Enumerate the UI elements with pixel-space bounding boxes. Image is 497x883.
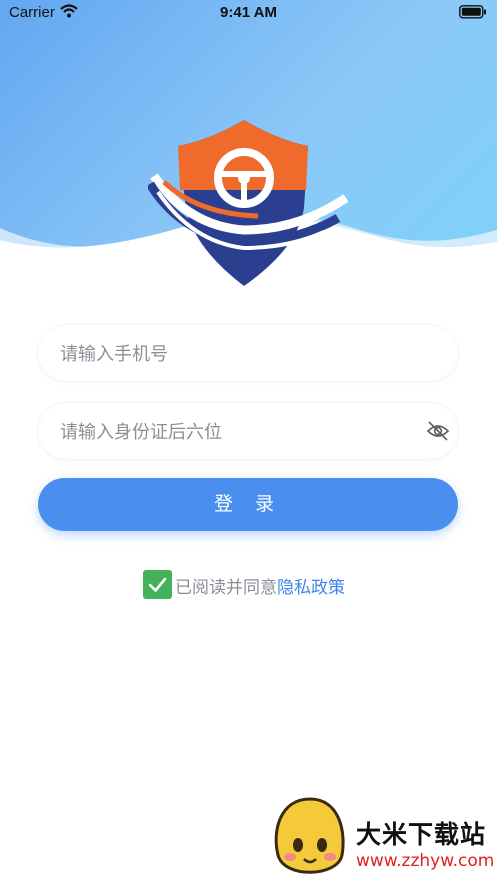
eye-slash-icon[interactable] — [426, 420, 450, 442]
clock: 9:41 AM — [220, 4, 277, 21]
phone-input[interactable] — [58, 325, 422, 383]
agreement-text-wrap: 已阅读并同意隐私政策 — [175, 573, 345, 598]
login-button[interactable]: 登 录 — [38, 478, 458, 531]
phone-field[interactable] — [38, 325, 458, 383]
app-logo — [148, 120, 348, 286]
status-bar: Carrier 9:41 AM — [0, 0, 497, 28]
rice-mascot-icon — [274, 797, 345, 874]
id-field[interactable] — [38, 403, 458, 461]
agreement-text: 已阅读并同意 — [175, 578, 277, 598]
agreement-checkbox[interactable] — [143, 570, 172, 599]
id-last-six-input[interactable] — [58, 403, 422, 461]
watermark-url: www.zzhyw.com — [356, 851, 495, 871]
checkmark-icon — [148, 577, 167, 592]
watermark: 大米下载站 www.zzhyw.com — [270, 793, 497, 883]
privacy-policy-link[interactable]: 隐私政策 — [277, 578, 345, 598]
battery-icon — [459, 5, 486, 19]
watermark-title: 大米下载站 — [356, 820, 487, 849]
